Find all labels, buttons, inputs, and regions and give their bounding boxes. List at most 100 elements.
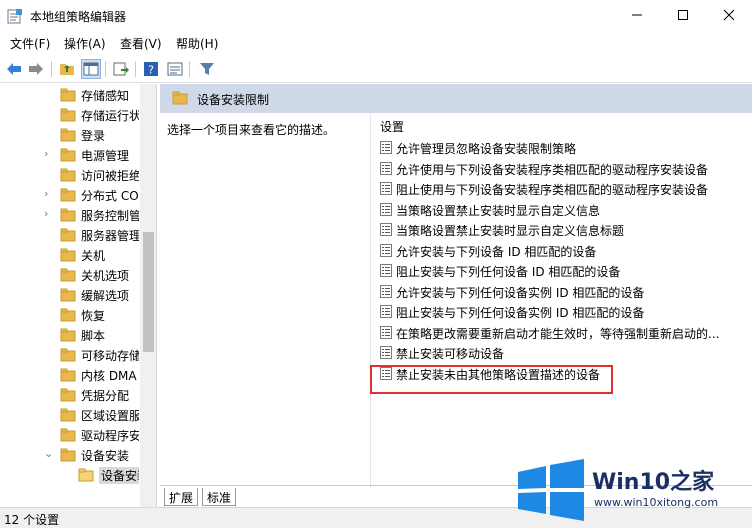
details-header-title: 设备安装限制 — [197, 93, 270, 107]
policy-setting-label: 允许管理员忽略设备安装限制策略 — [396, 142, 577, 156]
tree-item-label: 内核 DMA — [81, 369, 137, 383]
tree-item[interactable]: 存储运行状 — [0, 105, 140, 125]
tree-item-label: 服务控制管 — [81, 209, 139, 223]
policy-setting-row[interactable]: 阻止安装与下列任何设备 ID 相匹配的设备 — [380, 261, 752, 281]
tree-item[interactable]: 关机 — [0, 245, 140, 265]
filter-button[interactable] — [197, 59, 217, 79]
policy-setting-row[interactable]: 允许管理员忽略设备安装限制策略 — [380, 138, 752, 158]
policy-setting-label: 当策略设置禁止安装时显示自定义信息标题 — [396, 224, 625, 238]
pane-divider — [370, 114, 371, 488]
tree-item[interactable]: 存储感知 — [0, 85, 140, 105]
title-bar: 本地组策略编辑器 — [0, 0, 752, 32]
properties-pane-button[interactable] — [165, 59, 185, 79]
tree-item[interactable]: › 分布式 COM — [0, 185, 140, 205]
tree-item[interactable]: › 服务控制管 — [0, 205, 140, 225]
watermark: Win10之家 www.win10xitong.com — [500, 450, 752, 528]
show-hide-tree-icon — [83, 62, 99, 76]
tree-item[interactable]: 关机选项 — [0, 265, 140, 285]
folder-icon — [60, 348, 76, 365]
policy-setting-row[interactable]: 允许使用与下列设备安装程序类相匹配的驱动程序安装设备 — [380, 159, 752, 179]
up-level-button[interactable] — [57, 59, 77, 79]
chevron-right-icon[interactable]: › — [44, 147, 56, 161]
properties-pane-icon — [167, 62, 183, 76]
menu-file[interactable]: 文件(F) — [10, 35, 50, 52]
tree-item[interactable]: 恢复 — [0, 305, 140, 325]
tree-item[interactable]: 区域设置服 — [0, 405, 140, 425]
policy-setting-row[interactable]: 当策略设置禁止安装时显示自定义信息 — [380, 200, 752, 220]
tree-item-label: 可移动存储 — [81, 349, 139, 363]
policy-setting-label: 阻止安装与下列任何设备 ID 相匹配的设备 — [396, 265, 621, 279]
menu-action[interactable]: 操作(A) — [64, 35, 106, 52]
chevron-down-icon[interactable]: ⌄ — [44, 447, 56, 461]
window-title: 本地组策略编辑器 — [30, 10, 127, 24]
tree-item[interactable]: › 电源管理 — [0, 145, 140, 165]
tree-item[interactable]: 凭据分配 — [0, 385, 140, 405]
policy-setting-row[interactable]: 当策略设置禁止安装时显示自定义信息标题 — [380, 220, 752, 240]
windows-logo-icon — [514, 458, 586, 525]
tree-item[interactable]: 脚本 — [0, 325, 140, 345]
tree-item-label: 关机 — [81, 249, 106, 263]
policy-setting-label: 禁止安装可移动设备 — [396, 347, 505, 361]
policy-setting-icon — [380, 284, 392, 301]
settings-column-header[interactable]: 设置 — [380, 118, 404, 135]
tab-standard[interactable]: 标准 — [202, 488, 237, 506]
tab-extended[interactable]: 扩展 — [164, 488, 199, 506]
forward-button[interactable] — [26, 59, 46, 79]
folder-icon — [172, 91, 188, 108]
help-icon: ? — [144, 62, 158, 77]
minimize-button[interactable] — [614, 0, 660, 30]
close-button[interactable] — [706, 0, 752, 30]
policy-setting-row[interactable]: 在策略更改需要重新启动才能生效时，等待强制重新启动的... — [380, 323, 752, 343]
tree-scrollbar[interactable] — [140, 84, 156, 507]
policy-setting-label: 阻止使用与下列设备安装程序类相匹配的驱动程序安装设备 — [396, 183, 709, 197]
menu-view[interactable]: 查看(V) — [120, 35, 162, 52]
tree-item-label: 存储感知 — [81, 89, 130, 103]
policy-setting-icon — [380, 202, 392, 219]
tree-item[interactable]: ⌄ 设备安装 — [0, 445, 140, 465]
policy-setting-row[interactable]: 允许安装与下列设备 ID 相匹配的设备 — [380, 241, 752, 261]
toolbar-separator — [51, 61, 52, 77]
help-button[interactable]: ? — [141, 59, 161, 79]
tree-scrollbar-thumb[interactable] — [143, 232, 154, 352]
tree-item[interactable]: 内核 DMA — [0, 365, 140, 385]
policy-setting-row[interactable]: 阻止使用与下列设备安装程序类相匹配的驱动程序安装设备 — [380, 179, 752, 199]
folder-icon — [60, 88, 76, 105]
watermark-brand: Win10之家 — [592, 470, 715, 495]
close-icon — [723, 9, 735, 21]
chevron-right-icon[interactable]: › — [44, 207, 56, 221]
maximize-button[interactable] — [660, 0, 706, 30]
tree-item-label: 访问被拒绝 — [81, 169, 139, 183]
back-button[interactable] — [4, 59, 24, 79]
tree-item-label: 凭据分配 — [81, 389, 130, 403]
tree-item[interactable]: 驱动程序安 — [0, 425, 140, 445]
tree-item-label: 区域设置服 — [81, 409, 139, 423]
tree-item[interactable]: 缓解选项 — [0, 285, 140, 305]
policy-setting-label: 在策略更改需要重新启动才能生效时，等待强制重新启动的... — [396, 326, 720, 341]
tree-item-selected[interactable]: 设备安装 — [0, 465, 140, 485]
tree-item[interactable]: 服务器管理 — [0, 225, 140, 245]
folder-icon — [60, 448, 76, 465]
policy-setting-row[interactable]: 阻止安装与下列任何设备实例 ID 相匹配的设备 — [380, 302, 752, 322]
highlight-box — [370, 365, 613, 394]
show-hide-tree-button[interactable] — [81, 59, 101, 79]
tree-item[interactable]: 可移动存储 — [0, 345, 140, 365]
folder-icon — [60, 248, 76, 265]
export-list-button[interactable] — [111, 59, 131, 79]
description-text: 选择一个项目来查看它的描述。 — [167, 123, 336, 137]
toolbar-separator — [135, 61, 136, 77]
details-header: 设备安装限制 — [160, 84, 752, 113]
tree-item-label: 恢复 — [81, 309, 106, 323]
policy-setting-icon — [380, 305, 392, 321]
policy-setting-icon — [380, 325, 392, 342]
details-pane: 设备安装限制 选择一个项目来查看它的描述。 设置 允许管理员忽略设备安装限制策略… — [160, 84, 752, 507]
tree-item-label: 电源管理 — [81, 149, 130, 163]
tree-item-label: 缓解选项 — [81, 289, 130, 303]
policy-setting-row[interactable]: 允许安装与下列任何设备实例 ID 相匹配的设备 — [380, 282, 752, 302]
menu-help[interactable]: 帮助(H) — [176, 35, 218, 52]
tree-item-label: 设备安装 — [99, 467, 139, 484]
tree-item[interactable]: 访问被拒绝 — [0, 165, 140, 185]
folder-icon — [60, 108, 76, 125]
tree-item[interactable]: 登录 — [0, 125, 140, 145]
chevron-right-icon[interactable]: › — [44, 187, 56, 201]
policy-setting-row[interactable]: 禁止安装可移动设备 — [380, 343, 752, 363]
